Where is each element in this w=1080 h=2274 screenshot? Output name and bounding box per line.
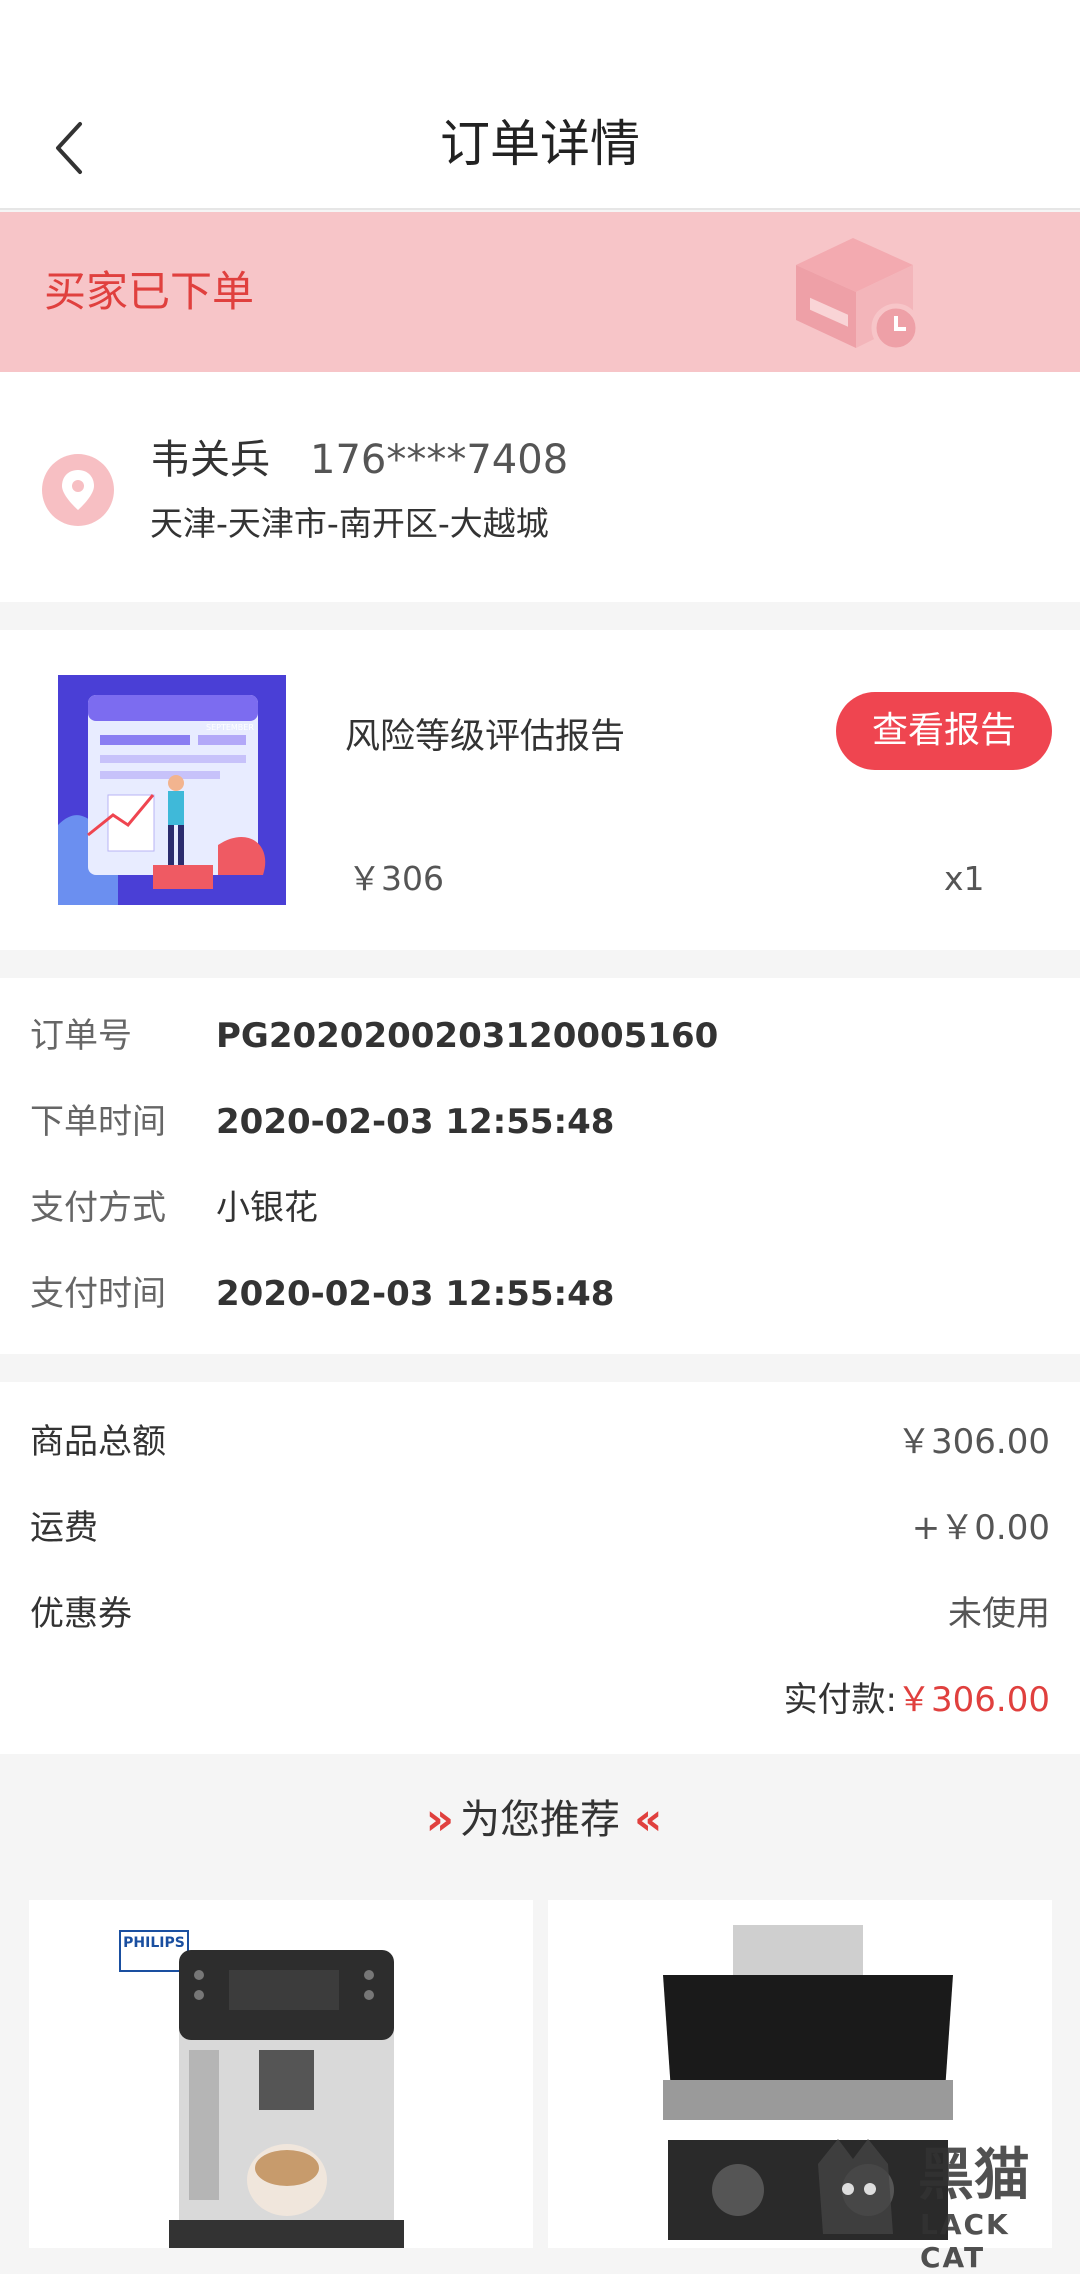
- recipient-phone: 176****7408: [310, 437, 569, 483]
- blackcat-watermark: 黑猫 LACK CAT: [808, 2130, 1080, 2274]
- page-title: 订单详情: [440, 115, 640, 173]
- coupon-value: 未使用: [948, 1594, 1050, 1634]
- payment-method-value: 小银花: [216, 1188, 318, 1228]
- package-clock-icon: [788, 230, 928, 355]
- double-chevron-left-icon: «: [634, 1794, 663, 1845]
- double-chevron-right-icon: »: [425, 1794, 455, 1845]
- watermark-en-text: LACK CAT: [920, 2208, 1010, 2274]
- order-number-label: 订单号: [30, 1016, 132, 1056]
- top-nav-bar: 订单详情: [0, 0, 1080, 210]
- recommend-card-coffee-machine[interactable]: PHILIPS: [29, 1900, 533, 2248]
- watermark-cn-text: 黑猫: [918, 2143, 1030, 2208]
- order-time-value: 2020-02-03 12:55:48: [216, 1102, 615, 1142]
- order-number-row: 订单号 PG202020020312000516​0: [0, 1006, 1080, 1066]
- price-summary-section: 商品总额 ￥306.00 运费 +￥0.00 优惠券 未使用 实付款:￥306.…: [0, 1382, 1080, 1754]
- coupon-row[interactable]: 优惠券 未使用: [0, 1584, 1080, 1644]
- shipping-address[interactable]: 韦关兵 176****7408 天津-天津市-南开区-大越城: [0, 372, 1080, 602]
- order-time-row: 下单时间 2020-02-03 12:55:48: [0, 1092, 1080, 1152]
- payment-time-label: 支付时间: [30, 1274, 166, 1314]
- payment-method-label: 支付方式: [30, 1188, 166, 1228]
- product-price: ￥306: [348, 859, 444, 898]
- recommend-header: » 为您推荐 «: [0, 1780, 1080, 1860]
- goods-total-label: 商品总额: [30, 1422, 166, 1462]
- payment-method-row: 支付方式 小银花: [0, 1178, 1080, 1238]
- recommend-title: 为您推荐: [460, 1797, 620, 1843]
- payment-time-value: 2020-02-03 12:55:48: [216, 1274, 615, 1314]
- payment-time-row: 支付时间 2020-02-03 12:55:48: [0, 1264, 1080, 1324]
- paid-amount-label: 实付款:: [783, 1680, 898, 1720]
- paid-amount-value: ￥306.00: [897, 1680, 1050, 1720]
- paid-amount: 实付款:￥306.00: [784, 1670, 1050, 1730]
- view-report-button[interactable]: 查看报告: [836, 692, 1052, 770]
- product-thumbnail[interactable]: SEPTEMBER: [58, 675, 286, 905]
- order-product-card: SEPTEMBER 风险等级评估报告 查看报告 ￥306 x1: [0, 630, 1080, 950]
- order-status-text: 买家已下单: [44, 267, 255, 316]
- order-time-label: 下单时间: [30, 1102, 166, 1142]
- goods-total-row: 商品总额 ￥306.00: [0, 1412, 1080, 1472]
- recipient-name: 韦关兵: [150, 437, 270, 483]
- thumb-caption: SEPTEMBER: [206, 723, 254, 732]
- recipient-address: 天津-天津市-南开区-大越城: [150, 504, 549, 543]
- order-status-banner: 买家已下单: [0, 212, 1080, 372]
- coupon-label: 优惠券: [30, 1594, 132, 1634]
- goods-total-value: ￥306.00: [897, 1422, 1050, 1462]
- order-number-value: PG202020020312000516​0: [216, 1016, 719, 1056]
- shipping-fee-row: 运费 +￥0.00: [0, 1498, 1080, 1558]
- paid-amount-row: 实付款:￥306.00: [0, 1670, 1080, 1730]
- shipping-fee-label: 运费: [30, 1508, 98, 1548]
- cat-logo-icon: [818, 2139, 893, 2234]
- order-info-section: 订单号 PG202020020312000516​0 下单时间 2020-02-…: [0, 978, 1080, 1354]
- product-quantity: x1: [944, 859, 985, 898]
- product-name: 风险等级评估报告: [345, 717, 626, 757]
- coffee-machine-image: [169, 1950, 404, 2248]
- location-pin-icon: [40, 452, 116, 528]
- shipping-fee-value: +￥0.00: [911, 1508, 1050, 1548]
